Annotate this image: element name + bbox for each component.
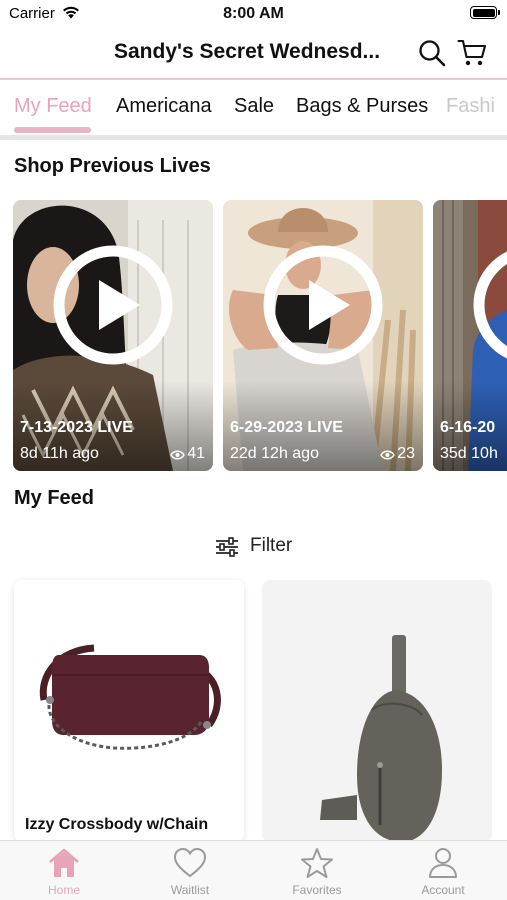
product-image (39, 644, 221, 750)
nav-home[interactable]: Home (14, 847, 114, 900)
clock: 8:00 AM (223, 5, 284, 22)
filter-label: Filter (250, 535, 293, 556)
feed-heading: My Feed (14, 487, 95, 509)
page-title: Sandy's Secret Wednesd... (114, 40, 381, 63)
heart-icon (173, 847, 207, 878)
live-time-ago: 22d 12h ago (230, 445, 319, 462)
battery-icon (470, 6, 500, 19)
live-replay-card[interactable]: 7-13-2023 LIVE 8d 11h ago 41 (13, 200, 213, 471)
previous-lives-heading: Shop Previous Lives (14, 155, 211, 177)
category-tabs: My Feed Americana Sale Bags & Purses Fas… (0, 82, 507, 140)
home-icon (49, 848, 79, 877)
live-replay-card[interactable]: 6-16-20 35d 10h (433, 200, 507, 471)
tab-my-feed[interactable]: My Feed (14, 95, 92, 118)
nav-account-label: Account (421, 883, 465, 897)
live-replay-card[interactable]: 6-29-2023 LIVE 22d 12h ago 23 (223, 200, 423, 471)
live-date: 6-16-20 (440, 419, 496, 436)
nav-favorites[interactable]: Favorites (267, 847, 367, 900)
eye-icon (170, 450, 186, 460)
nav-waitlist[interactable]: Waitlist (140, 847, 240, 900)
nav-favorites-label: Favorites (292, 883, 342, 897)
tab-americana[interactable]: Americana (116, 95, 212, 118)
search-icon[interactable] (417, 38, 447, 68)
tab-fashion[interactable]: Fashi (446, 95, 495, 118)
product-image (320, 635, 442, 842)
tab-sale[interactable]: Sale (234, 95, 274, 118)
play-icon[interactable] (262, 244, 384, 366)
play-icon[interactable] (472, 244, 507, 366)
app-header: Sandy's Secret Wednesd... (0, 28, 507, 80)
nav-home-label: Home (47, 883, 80, 897)
view-count: 23 (380, 445, 415, 463)
play-icon[interactable] (52, 244, 174, 366)
active-tab-indicator (14, 127, 91, 133)
star-icon (301, 848, 333, 878)
bottom-tab-bar: Home Waitlist Favorites Account (0, 840, 507, 900)
cart-icon[interactable] (457, 38, 487, 68)
filter-icon (216, 537, 238, 557)
eye-icon (380, 450, 396, 460)
product-card[interactable]: Izzy Crossbody w/Chain (14, 580, 244, 842)
live-time-ago: 35d 10h (440, 445, 498, 462)
live-time-ago: 8d 11h ago (20, 445, 99, 462)
product-card[interactable] (262, 580, 492, 842)
view-count: 41 (170, 445, 205, 463)
person-icon (429, 848, 457, 878)
product-name: Izzy Crossbody w/Chain (25, 816, 209, 833)
live-date: 7-13-2023 LIVE (20, 419, 133, 436)
live-date: 6-29-2023 LIVE (230, 419, 343, 436)
nav-account[interactable]: Account (393, 847, 493, 900)
nav-waitlist-label: Waitlist (170, 883, 210, 897)
tab-bags-purses[interactable]: Bags & Purses (296, 95, 428, 118)
status-bar: Carrier 8:00 AM (0, 0, 507, 28)
